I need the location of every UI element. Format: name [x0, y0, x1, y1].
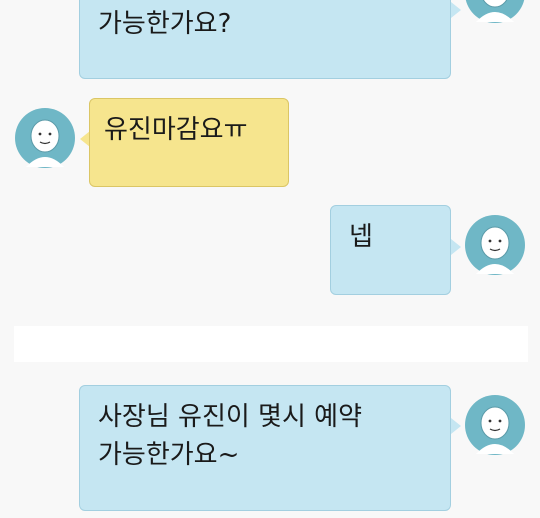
avatar[interactable]: [464, 214, 526, 276]
avatar[interactable]: [14, 107, 76, 169]
message-bubble-incoming[interactable]: 사장님 유진이 몇시 예약 가능한가요~: [79, 385, 451, 511]
message-bubble-incoming[interactable]: 넵: [330, 205, 451, 295]
avatar[interactable]: [464, 394, 526, 456]
person-avatar-icon: [465, 215, 525, 275]
message-bubble-incoming[interactable]: 가능한가요?: [79, 0, 451, 79]
message-bubble-outgoing[interactable]: 유진마감요ㅠ: [89, 98, 289, 187]
message-text: 넵: [349, 222, 373, 252]
bubble-tail: [451, 239, 461, 255]
avatar[interactable]: [464, 0, 526, 24]
message-text: 사장님 유진이 몇시 예약 가능한가요~: [98, 402, 362, 470]
person-avatar-icon: [15, 108, 75, 168]
bubble-tail: [451, 2, 461, 18]
person-avatar-icon: [465, 0, 525, 23]
bubble-tail: [451, 418, 461, 434]
message-text: 유진마감요ㅠ: [104, 115, 248, 145]
divider-band: [14, 326, 528, 362]
message-text: 가능한가요?: [98, 9, 232, 39]
person-avatar-icon: [465, 395, 525, 455]
